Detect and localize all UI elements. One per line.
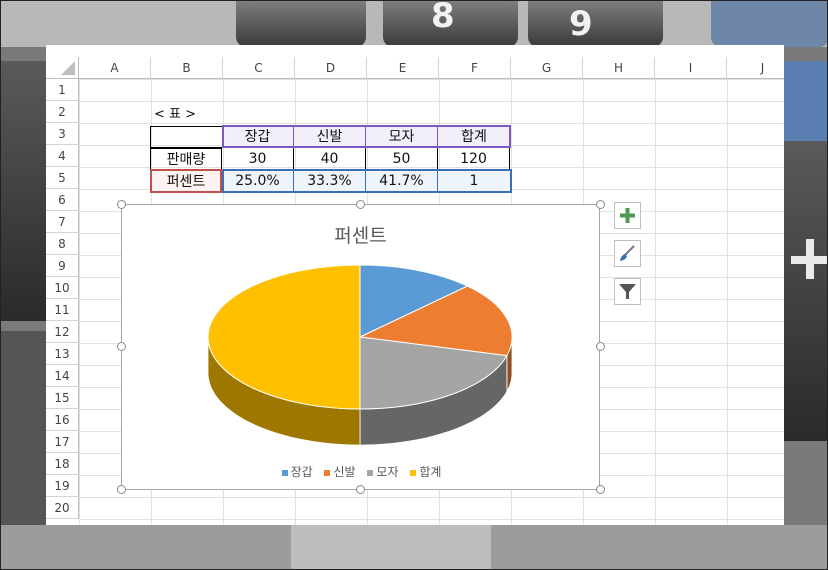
key-8-glyph: 8 <box>431 1 455 36</box>
percent-cell-shoes[interactable]: 33.3% <box>294 170 366 192</box>
resize-handle-top-left[interactable] <box>117 200 126 209</box>
resize-handle-bottom[interactable] <box>356 485 365 494</box>
legend-item-total[interactable]: 합계 <box>410 465 441 479</box>
header-cell-gloves[interactable]: 장갑 <box>222 126 294 148</box>
percent-cell-gloves[interactable]: 25.0% <box>222 170 294 192</box>
resize-handle-bottom-right[interactable] <box>596 485 605 494</box>
chart-elements-button[interactable] <box>614 202 641 229</box>
header-blank-cell[interactable] <box>150 126 222 148</box>
percent-cell-total[interactable]: 1 <box>438 170 510 192</box>
header-cell-shoes[interactable]: 신발 <box>294 126 366 148</box>
header-cell-total[interactable]: 합계 <box>438 126 510 148</box>
key-9-glyph: 9 <box>569 4 593 44</box>
table-caption[interactable]: < 표 > <box>150 104 222 126</box>
sales-cell-gloves[interactable]: 30 <box>222 148 294 170</box>
resize-handle-top-right[interactable] <box>596 200 605 209</box>
resize-handle-top[interactable] <box>356 200 365 209</box>
chart-filters-icon <box>619 284 636 299</box>
resize-handle-bottom-left[interactable] <box>117 485 126 494</box>
header-cell-hat[interactable]: 모자 <box>366 126 438 148</box>
percent-cell-hat[interactable]: 41.7% <box>366 170 438 192</box>
percent-label-cell[interactable]: 퍼센트 <box>150 169 222 193</box>
pie-chart[interactable]: 퍼센트 장갑 신발 모자 합계 <box>121 204 600 490</box>
resize-handle-right[interactable] <box>596 342 605 351</box>
legend-item-shoes[interactable]: 신발 <box>324 465 356 479</box>
legend-item-hat[interactable]: 모자 <box>367 465 399 479</box>
chart-elements-icon <box>620 208 635 223</box>
chart-legend[interactable]: 장갑 신발 모자 합계 <box>122 463 601 480</box>
resize-handle-left[interactable] <box>117 342 126 351</box>
chart-filters-button[interactable] <box>614 278 641 305</box>
sales-label-cell[interactable]: 판매량 <box>150 148 222 170</box>
chart-styles-icon <box>620 245 635 261</box>
legend-item-gloves[interactable]: 장갑 <box>281 465 313 479</box>
spreadsheet: ABCDEFGHIJ 1 2 3 4 5 6 7 8 9 10 11 12 13 14 15 16 17 18 19… <box>46 45 784 525</box>
sales-cell-hat[interactable]: 50 <box>366 148 438 170</box>
pie-plot-area[interactable] <box>122 205 599 455</box>
screenshot-frame: 8 9 ABCDEFGHIJ 1 2 3 4 5 6 7 8 9 10 11 12 13 14 15 16 17… <box>0 0 828 570</box>
chart-styles-button[interactable] <box>614 240 641 267</box>
sales-cell-total[interactable]: 120 <box>438 148 510 170</box>
sales-cell-shoes[interactable]: 40 <box>294 148 366 170</box>
